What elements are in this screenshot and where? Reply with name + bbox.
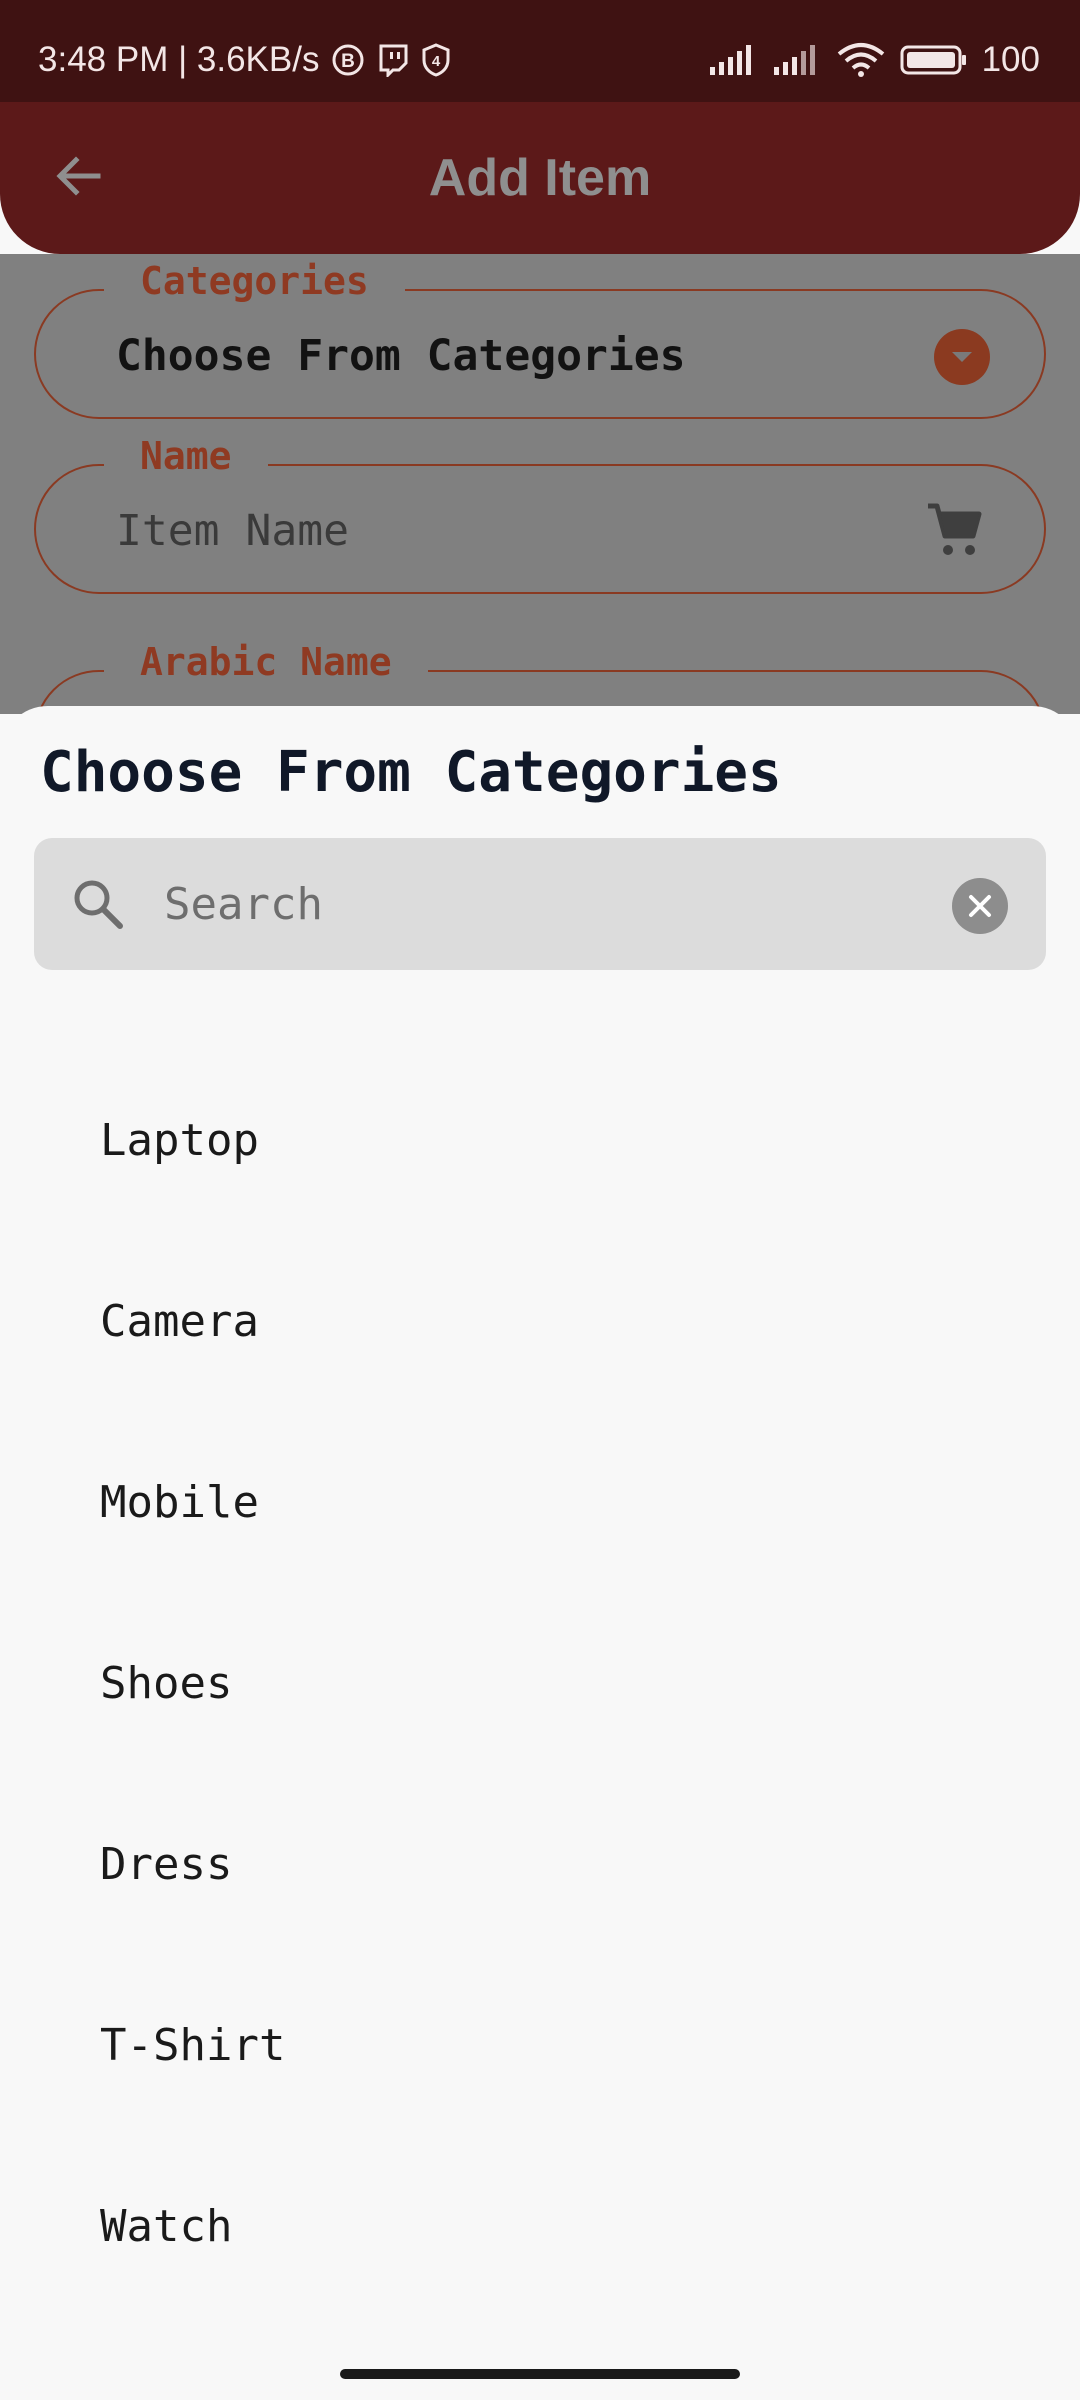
category-item-camera[interactable]: Camera xyxy=(0,1231,1080,1412)
category-item-dress[interactable]: Dress xyxy=(0,1774,1080,1955)
category-item-watch[interactable]: Watch xyxy=(0,2136,1080,2317)
page-title: Add Item xyxy=(428,149,652,207)
categories-value: Choose From Categories xyxy=(116,331,686,381)
name-field[interactable]: Name Item Name xyxy=(34,434,1046,594)
search-input[interactable] xyxy=(164,866,944,942)
category-bottom-sheet: Choose From Categories Laptop Camera Mob… xyxy=(0,706,1080,2400)
shield-4-icon: 4 xyxy=(421,43,451,77)
signal-icon xyxy=(708,43,758,77)
sheet-title: Choose From Categories xyxy=(40,740,782,805)
signal-icon xyxy=(772,43,822,77)
categories-field[interactable]: Categories Choose From Categories xyxy=(34,259,1046,419)
clear-icon[interactable] xyxy=(952,878,1008,934)
category-item-mobile[interactable]: Mobile xyxy=(0,1412,1080,1593)
app-bar: Add Item xyxy=(0,102,1080,254)
status-time-speed: 3:48 PM | 3.6KB/s xyxy=(38,40,320,79)
status-bar: 3:48 PM | 3.6KB/s B 4 100 xyxy=(0,0,1080,102)
search-icon xyxy=(70,876,126,937)
svg-text:B: B xyxy=(342,51,356,72)
name-label: Name xyxy=(104,434,268,478)
name-placeholder: Item Name xyxy=(116,506,349,556)
category-item-shoes[interactable]: Shoes xyxy=(0,1593,1080,1774)
home-indicator[interactable] xyxy=(340,2369,740,2379)
category-item-laptop[interactable]: Laptop xyxy=(0,1050,1080,1231)
battery-percent: 100 xyxy=(981,40,1040,79)
arabic-name-label: Arabic Name xyxy=(104,640,428,684)
dropdown-icon[interactable] xyxy=(934,329,990,385)
twitch-icon xyxy=(377,43,409,77)
battery-icon xyxy=(900,43,968,77)
b-circle-icon: B xyxy=(331,43,365,77)
categories-label: Categories xyxy=(104,259,405,303)
category-item-tshirt[interactable]: T-Shirt xyxy=(0,1955,1080,2136)
svg-text:4: 4 xyxy=(432,53,441,70)
status-right: 100 xyxy=(708,40,1040,80)
category-list: Laptop Camera Mobile Shoes Dress T-Shirt… xyxy=(0,1050,1080,2317)
form-area: Categories Choose From Categories Name I… xyxy=(0,254,1080,800)
wifi-icon xyxy=(836,42,886,78)
cart-icon xyxy=(924,500,984,565)
status-left: 3:48 PM | 3.6KB/s B 4 xyxy=(38,40,451,80)
search-box xyxy=(34,838,1046,970)
